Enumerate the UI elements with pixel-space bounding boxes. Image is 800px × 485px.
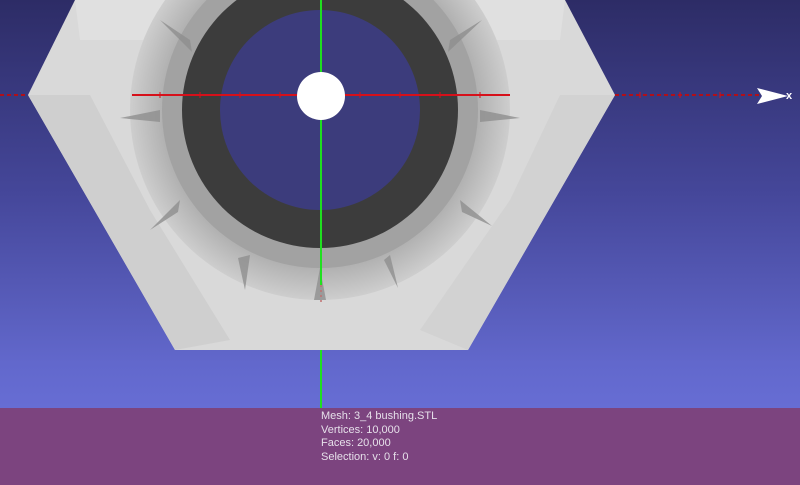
axis-x-arrow-icon	[757, 88, 788, 104]
origin-marker	[297, 72, 345, 120]
3d-viewport[interactable]: x Mesh: 3_4 bushing.STL Vertices: 10,000…	[0, 0, 800, 485]
mesh-name: Mesh: 3_4 bushing.STL	[321, 410, 438, 422]
axis-x-label: x	[786, 90, 793, 102]
mesh-faces: Faces: 20,000	[321, 437, 391, 449]
mesh-vertices: Vertices: 10,000	[321, 423, 400, 436]
mesh-info-text: Mesh: 3_4 bushing.STL Vertices: 10,000 F…	[321, 410, 437, 464]
mesh-selection: Selection: v: 0 f: 0	[321, 450, 409, 463]
